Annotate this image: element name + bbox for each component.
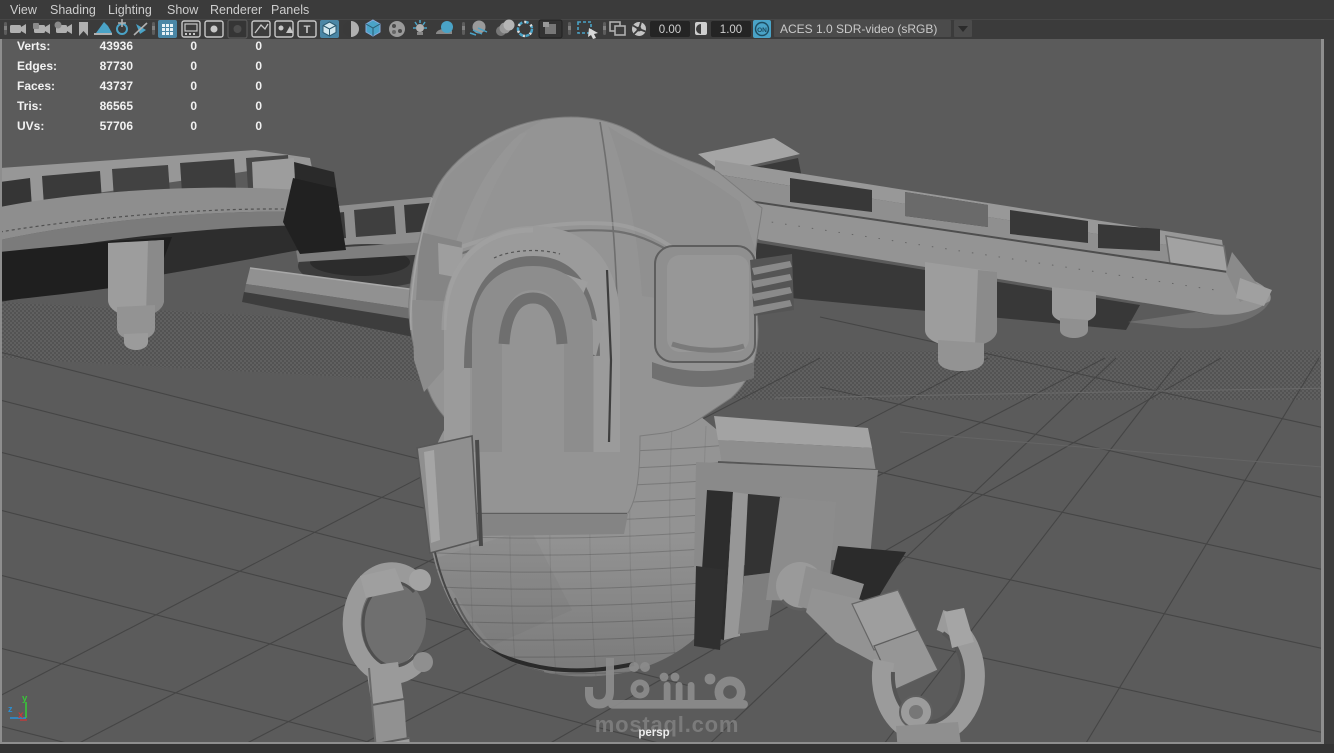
svg-text:86565: 86565 bbox=[100, 99, 134, 113]
svg-text:87730: 87730 bbox=[100, 59, 134, 73]
svg-text:Verts:: Verts: bbox=[17, 39, 50, 53]
svg-text:0: 0 bbox=[190, 79, 197, 93]
svg-text:57706: 57706 bbox=[100, 119, 134, 133]
svg-text:0: 0 bbox=[190, 59, 197, 73]
svg-text:y: y bbox=[22, 693, 28, 704]
svg-text:ACES 1.0 SDR-video (sRGB): ACES 1.0 SDR-video (sRGB) bbox=[780, 22, 937, 36]
svg-text:0: 0 bbox=[255, 39, 262, 53]
svg-text:0: 0 bbox=[255, 59, 262, 73]
svg-text:0.00: 0.00 bbox=[659, 24, 681, 36]
svg-text:43737: 43737 bbox=[100, 79, 134, 93]
svg-text:0: 0 bbox=[255, 119, 262, 133]
svg-text:T: T bbox=[304, 24, 311, 36]
svg-text:persp: persp bbox=[638, 727, 669, 739]
svg-text:0: 0 bbox=[255, 79, 262, 93]
svg-text:43936: 43936 bbox=[100, 39, 134, 53]
svg-text:0: 0 bbox=[190, 119, 197, 133]
svg-text:Tris:: Tris: bbox=[17, 99, 42, 113]
svg-text:Faces:: Faces: bbox=[17, 79, 55, 93]
svg-text:1.00: 1.00 bbox=[720, 24, 742, 36]
svg-text:0: 0 bbox=[190, 39, 197, 53]
svg-text:ON: ON bbox=[757, 27, 767, 34]
svg-text:UVs:: UVs: bbox=[17, 119, 44, 133]
svg-text:z: z bbox=[8, 704, 13, 714]
svg-text:Edges:: Edges: bbox=[17, 59, 57, 73]
svg-text:0: 0 bbox=[255, 99, 262, 113]
svg-text:0: 0 bbox=[190, 99, 197, 113]
